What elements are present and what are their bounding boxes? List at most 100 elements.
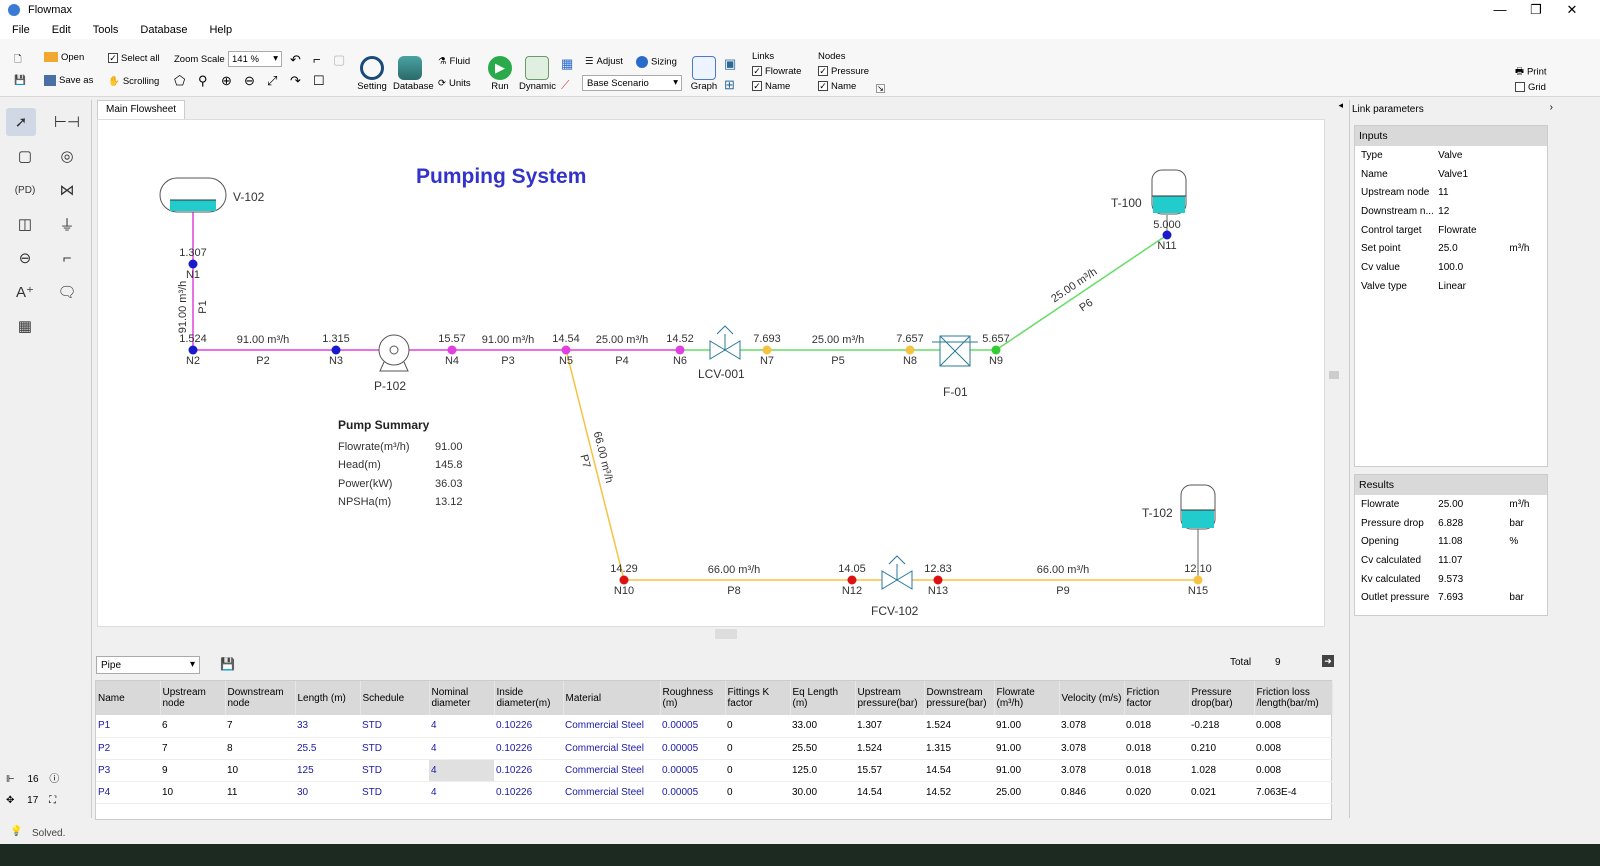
table-cell[interactable]: 1.315 (924, 737, 994, 760)
table-cell[interactable]: 30 (295, 781, 360, 804)
table-cell[interactable]: 0.018 (1124, 759, 1189, 782)
node-n4[interactable] (447, 345, 457, 355)
table-cell[interactable]: 0.008 (1254, 759, 1333, 782)
table-cell[interactable]: Commercial Steel (563, 715, 660, 738)
column-header[interactable]: Eq Length (m) (790, 681, 856, 715)
table-cell[interactable]: 9 (160, 759, 225, 782)
comment-tool-icon[interactable]: 🗨 (52, 278, 82, 306)
table-cell[interactable]: 125.0 (790, 759, 855, 782)
table-cell[interactable]: 33.00 (790, 715, 855, 738)
table-cell[interactable]: 4 (429, 737, 494, 760)
column-header[interactable]: Nominal diameter (429, 681, 495, 715)
grid-checkbox[interactable]: Grid (1515, 82, 1546, 93)
table-cell[interactable]: 91.00 (994, 759, 1059, 782)
table-cell[interactable]: P1 (96, 715, 160, 738)
adjust-button[interactable]: ☰ Adjust (585, 56, 623, 67)
paste-icon[interactable]: ▢ (333, 52, 345, 68)
horizontal-scrollbar-thumb[interactable] (715, 629, 737, 639)
menu-help[interactable]: Help (209, 24, 232, 36)
flowsheet-diagram[interactable]: Pumping System V-102 T-100 T-102 P-102 L… (98, 120, 1326, 628)
collapse-left-icon[interactable]: ◂ (1338, 100, 1343, 111)
column-header[interactable]: Friction loss /length(bar/m) (1254, 681, 1333, 715)
table-cell[interactable]: 0.021 (1189, 781, 1254, 804)
table-tool-icon[interactable]: ▦ (10, 312, 40, 340)
column-header[interactable]: Name (96, 681, 161, 715)
trend-icon[interactable]: ⟋ (561, 78, 569, 93)
save-icon[interactable]: 💾 (14, 75, 26, 86)
input-row[interactable]: Name Valve1 (1355, 165, 1547, 184)
pd-pump-tool-icon[interactable]: (PD) (10, 176, 40, 204)
table-cell-selected[interactable]: 4 (429, 759, 494, 782)
table-cell[interactable]: 0.846 (1059, 781, 1124, 804)
zoom-out-icon[interactable]: ⊖ (244, 73, 255, 89)
table-cell[interactable]: 0.00005 (660, 759, 725, 782)
table-cell[interactable]: 0.10226 (494, 781, 563, 804)
pipe-p6-line[interactable] (995, 234, 1168, 351)
column-header[interactable]: Velocity (m/s) (1059, 681, 1125, 715)
table-cell[interactable]: STD (360, 715, 429, 738)
table-row[interactable]: P4 10 11 30 STD 4 0.10226 Commercial Steel 0.000… (96, 781, 1333, 804)
table-cell[interactable]: 0.210 (1189, 737, 1254, 760)
table-cell[interactable]: 0.10226 (494, 737, 563, 760)
units-button[interactable]: ⟳ Units (438, 78, 471, 89)
table-cell[interactable]: Commercial Steel (563, 759, 660, 782)
table-cell[interactable]: 0.020 (1124, 781, 1189, 804)
scenario-select[interactable]: Base Scenario ▾ (582, 75, 682, 91)
table-cell[interactable]: STD (360, 759, 429, 782)
table-row[interactable]: P2 7 8 25.5 STD 4 0.10226 Commercial Steel 0.000… (96, 737, 1333, 760)
column-header[interactable]: Material (563, 681, 661, 715)
table-cell[interactable]: 1.028 (1189, 759, 1254, 782)
table-cell[interactable]: 91.00 (994, 715, 1059, 738)
column-header[interactable]: Fittings K factor (725, 681, 791, 715)
input-row[interactable]: Control target Flowrate (1355, 221, 1547, 240)
table-cell[interactable]: 25.5 (295, 737, 360, 760)
input-row[interactable]: Set point 25.0 m³/h (1355, 239, 1547, 258)
table-cell[interactable]: 0 (725, 759, 790, 782)
tab-main-flowsheet[interactable]: Main Flowsheet (97, 100, 186, 119)
table-cell[interactable]: 7 (225, 715, 295, 738)
table-cell[interactable]: 10 (160, 781, 225, 804)
bend-tool-icon[interactable]: ⌐ (52, 244, 82, 272)
table-cell[interactable]: 3.078 (1059, 759, 1124, 782)
layout-icon[interactable]: ▦ (561, 56, 573, 72)
p102-pump-icon[interactable] (378, 334, 410, 366)
select-all-button[interactable]: ✓ Select all (108, 53, 160, 64)
menu-database[interactable]: Database (140, 24, 187, 36)
table-cell[interactable]: 14.54 (924, 759, 994, 782)
table-cell[interactable]: P4 (96, 781, 160, 804)
fit-icon[interactable]: ⬠ (174, 73, 185, 89)
table-cell[interactable]: 8 (225, 737, 295, 760)
nodes-name-checkbox[interactable]: ✓ Name (818, 81, 856, 92)
table-cell[interactable]: 0.00005 (660, 715, 725, 738)
node-n3[interactable] (331, 345, 341, 355)
sprinkler-tool-icon[interactable]: ⏚ (52, 210, 82, 238)
menu-file[interactable]: File (12, 24, 30, 36)
chart-icon[interactable]: ▣ (724, 56, 736, 72)
info-icon[interactable]: ⓘ (49, 774, 59, 785)
input-row[interactable]: Upstream node 11 (1355, 183, 1547, 202)
scrolling-button[interactable]: ✋ Scrolling (108, 76, 159, 87)
links-name-checkbox[interactable]: ✓ Name (752, 81, 790, 92)
chevron-right-icon[interactable]: › (1550, 102, 1553, 113)
table-cell[interactable]: 0.10226 (494, 715, 563, 738)
table-cell[interactable]: 0.00005 (660, 781, 725, 804)
table-cell[interactable]: 91.00 (994, 737, 1059, 760)
close-button[interactable]: ✕ (1554, 0, 1590, 20)
column-header[interactable]: Downstream pressure(bar) (924, 681, 995, 715)
grid-view-icon[interactable]: ⊞ (724, 77, 735, 93)
table-cell[interactable]: 3.078 (1059, 715, 1124, 738)
table-cell[interactable]: 0.008 (1254, 737, 1333, 760)
export-icon[interactable]: ➜ (1322, 655, 1334, 667)
table-cell[interactable]: 0 (725, 737, 790, 760)
setting-button[interactable]: Setting (355, 54, 389, 92)
minimize-button[interactable]: — (1482, 0, 1518, 20)
table-cell[interactable]: 15.57 (855, 759, 924, 782)
pipe-p7-line[interactable] (565, 349, 625, 581)
column-header[interactable]: Schedule (360, 681, 430, 715)
table-cell[interactable]: P3 (96, 759, 160, 782)
table-cell[interactable]: STD (360, 737, 429, 760)
sizing-button[interactable]: Sizing (636, 56, 677, 68)
nodes-pressure-checkbox[interactable]: ✓ Pressure (818, 66, 869, 77)
table-cell[interactable]: 33 (295, 715, 360, 738)
open-button[interactable]: Open (44, 52, 84, 63)
